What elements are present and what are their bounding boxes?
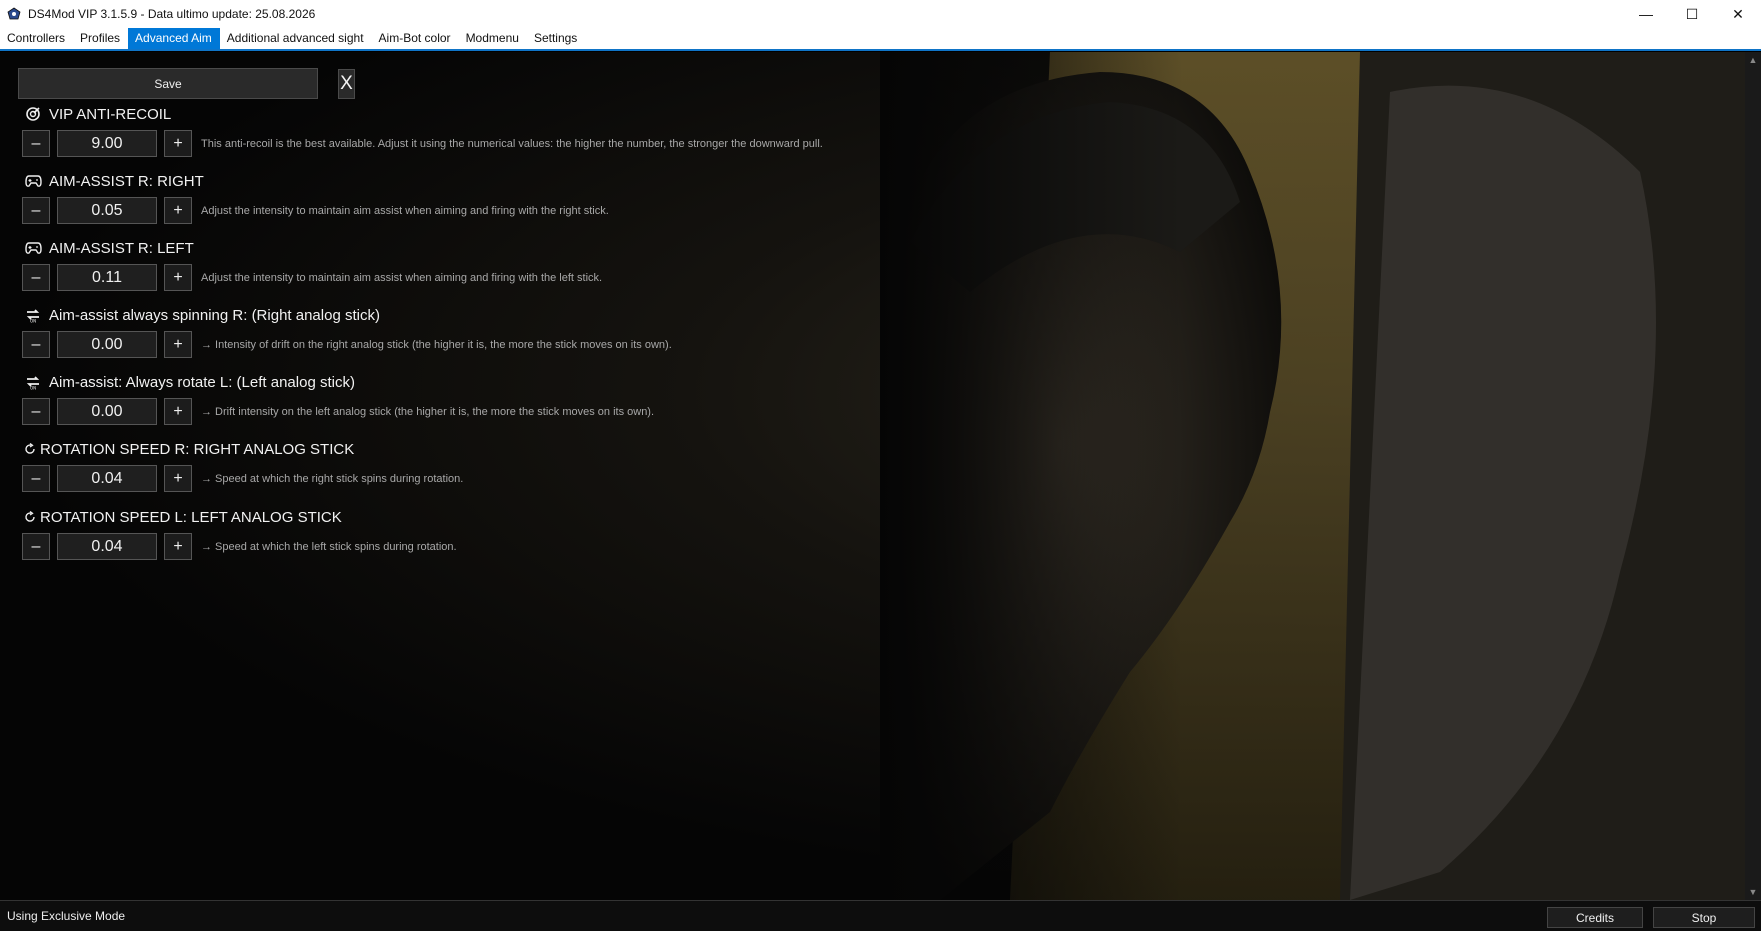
setting-aim-assist-rotate-left: ON Aim-assist: Always rotate L: (Left an… xyxy=(22,372,924,425)
decrement-button[interactable]: – xyxy=(22,533,50,560)
repeat-on-icon: ON xyxy=(24,306,42,324)
value-input[interactable]: 0.04 xyxy=(57,533,157,560)
target-icon xyxy=(24,105,42,123)
increment-button[interactable]: + xyxy=(164,130,192,157)
setting-description: → Speed at which the left stick spins du… xyxy=(201,540,457,553)
svg-text:ON: ON xyxy=(30,386,36,391)
value-input[interactable]: 0.04 xyxy=(57,465,157,492)
scroll-down-icon[interactable]: ▼ xyxy=(1745,884,1761,900)
decrement-button[interactable]: – xyxy=(22,130,50,157)
scroll-up-icon[interactable]: ▲ xyxy=(1745,52,1761,68)
tab-aim-bot-color[interactable]: Aim-Bot color xyxy=(372,28,459,49)
setting-description: → Intensity of drift on the right analog… xyxy=(201,338,672,351)
minimize-button[interactable]: — xyxy=(1623,0,1669,28)
setting-aim-assist-left: AIM-ASSIST R: LEFT – 0.11 + Adjust the i… xyxy=(22,238,924,291)
vertical-scrollbar[interactable]: ▲ ▼ xyxy=(1745,52,1761,900)
credits-button[interactable]: Credits xyxy=(1547,907,1643,928)
setting-title: ROTATION SPEED L: LEFT ANALOG STICK xyxy=(40,508,342,526)
status-text: Using Exclusive Mode xyxy=(7,909,126,923)
rotate-icon xyxy=(24,440,36,458)
setting-description: → Drift intensity on the left analog sti… xyxy=(201,405,655,418)
setting-vip-anti-recoil: VIP ANTI-RECOIL – 9.00 + This anti-recoi… xyxy=(22,104,924,157)
setting-description: Adjust the intensity to maintain aim ass… xyxy=(201,271,603,284)
decrement-button[interactable]: – xyxy=(22,197,50,224)
increment-button[interactable]: + xyxy=(164,331,192,358)
maximize-button[interactable]: ☐ xyxy=(1669,0,1715,28)
tab-settings[interactable]: Settings xyxy=(527,28,585,49)
value-input[interactable]: 9.00 xyxy=(57,130,157,157)
repeat-on-icon: ON xyxy=(24,373,42,391)
decrement-button[interactable]: – xyxy=(22,398,50,425)
rotate-icon xyxy=(24,508,36,526)
svg-text:ON: ON xyxy=(30,319,36,324)
decrement-button[interactable]: – xyxy=(22,465,50,492)
tab-additional-advanced-sight[interactable]: Additional advanced sight xyxy=(220,28,372,49)
value-input[interactable]: 0.11 xyxy=(57,264,157,291)
status-bar: Using Exclusive Mode Credits Stop xyxy=(0,900,1761,931)
decrement-button[interactable]: – xyxy=(22,264,50,291)
increment-button[interactable]: + xyxy=(164,398,192,425)
background-artwork xyxy=(880,52,1745,900)
setting-description: Adjust the intensity to maintain aim ass… xyxy=(201,204,609,217)
increment-button[interactable]: + xyxy=(164,533,192,560)
setting-title: ROTATION SPEED R: RIGHT ANALOG STICK xyxy=(40,440,355,458)
stop-button[interactable]: Stop xyxy=(1653,907,1755,928)
setting-title: AIM-ASSIST R: RIGHT xyxy=(49,172,204,190)
setting-title: AIM-ASSIST R: LEFT xyxy=(49,239,194,257)
save-button[interactable]: Save xyxy=(18,68,318,99)
setting-aim-assist-spinning-right: ON Aim-assist always spinning R: (Right … xyxy=(22,305,924,358)
setting-title: Aim-assist: Always rotate L: (Left analo… xyxy=(49,373,355,391)
app-logo-icon xyxy=(6,6,22,22)
increment-button[interactable]: + xyxy=(164,197,192,224)
setting-description: This anti-recoil is the best available. … xyxy=(201,137,823,150)
increment-button[interactable]: + xyxy=(164,264,192,291)
gamepad-icon xyxy=(24,239,42,257)
decrement-button[interactable]: – xyxy=(22,331,50,358)
gamepad-icon xyxy=(24,172,42,190)
tab-modmenu[interactable]: Modmenu xyxy=(459,28,527,49)
setting-aim-assist-right: AIM-ASSIST R: RIGHT – 0.05 + Adjust the … xyxy=(22,171,924,224)
value-input[interactable]: 0.00 xyxy=(57,398,157,425)
setting-rotation-speed-right: ROTATION SPEED R: RIGHT ANALOG STICK – 0… xyxy=(22,439,924,492)
title-bar: DS4Mod VIP 3.1.5.9 - Data ultimo update:… xyxy=(0,0,1761,28)
value-input[interactable]: 0.05 xyxy=(57,197,157,224)
tab-bar: Controllers Profiles Advanced Aim Additi… xyxy=(0,28,1761,51)
close-panel-button[interactable]: X xyxy=(338,69,355,99)
setting-title: Aim-assist always spinning R: (Right ana… xyxy=(49,306,380,324)
setting-title: VIP ANTI-RECOIL xyxy=(49,105,172,123)
window-title: DS4Mod VIP 3.1.5.9 - Data ultimo update:… xyxy=(28,7,316,21)
advanced-aim-panel: Save X VIP ANTI-RECOIL – 9.00 + This ant… xyxy=(0,52,1745,900)
setting-description: → Speed at which the right stick spins d… xyxy=(201,472,464,485)
tab-controllers[interactable]: Controllers xyxy=(0,28,73,49)
setting-rotation-speed-left: ROTATION SPEED L: LEFT ANALOG STICK – 0.… xyxy=(22,507,924,560)
close-window-button[interactable]: ✕ xyxy=(1715,0,1761,28)
tab-profiles[interactable]: Profiles xyxy=(73,28,128,49)
tab-advanced-aim[interactable]: Advanced Aim xyxy=(128,28,220,49)
value-input[interactable]: 0.00 xyxy=(57,331,157,358)
increment-button[interactable]: + xyxy=(164,465,192,492)
